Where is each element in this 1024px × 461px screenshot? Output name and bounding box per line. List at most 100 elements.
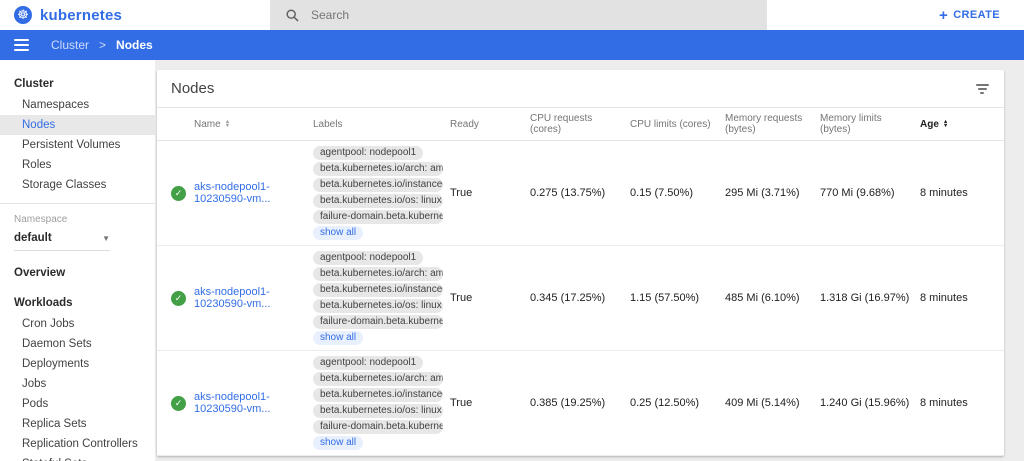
plus-icon: + xyxy=(939,10,948,21)
sidebar-item-stateful-sets[interactable]: Stateful Sets xyxy=(0,454,155,461)
cpu-limits-value: 1.15 (57.50%) xyxy=(630,292,699,304)
column-header-memory-requests: Memory requests (bytes) xyxy=(725,113,820,135)
table-row: ✓ aks-nodepool1-10230590-vm... agentpool… xyxy=(157,141,1004,246)
filter-icon[interactable] xyxy=(974,84,990,94)
sidebar-item-namespaces[interactable]: Namespaces xyxy=(0,95,155,115)
sidebar-item-roles[interactable]: Roles xyxy=(0,155,155,175)
label-chip: failure-domain.beta.kubernet... xyxy=(313,210,443,224)
table-row: ✓ aks-nodepool1-10230590-vm... agentpool… xyxy=(157,246,1004,351)
create-button[interactable]: + CREATE xyxy=(933,8,1006,22)
ready-value: True xyxy=(450,397,472,409)
search-bar[interactable] xyxy=(270,0,767,30)
namespace-label: Namespace xyxy=(0,212,155,228)
sidebar-workloads-items: Cron JobsDaemon SetsDeploymentsJobsPodsR… xyxy=(0,314,155,461)
label-chip: beta.kubernetes.io/os: linux xyxy=(313,299,443,313)
status-ready-icon: ✓ xyxy=(171,291,186,306)
card-title: Nodes xyxy=(171,80,214,97)
sidebar-item-jobs[interactable]: Jobs xyxy=(0,374,155,394)
memory-limits-value: 770 Mi (9.68%) xyxy=(820,187,895,199)
sidebar-item-pods[interactable]: Pods xyxy=(0,394,155,414)
column-header-labels: Labels xyxy=(313,119,450,130)
sidebar-item-storage-classes[interactable]: Storage Classes xyxy=(0,175,155,195)
memory-limits-value: 1.240 Gi (15.96%) xyxy=(820,397,909,409)
label-chip: beta.kubernetes.io/instance-t... xyxy=(313,178,443,192)
sidebar-divider xyxy=(0,203,155,204)
label-chips: agentpool: nodepool1 beta.kubernetes.io/a… xyxy=(313,356,443,450)
sidebar-item-persistent-volumes[interactable]: Persistent Volumes xyxy=(0,135,155,155)
sidebar-item-overview[interactable]: Overview xyxy=(0,261,155,284)
age-value: 8 minutes xyxy=(920,397,968,409)
node-name-link[interactable]: aks-nodepool1-10230590-vm... xyxy=(194,286,307,310)
memory-limits-value: 1.318 Gi (16.97%) xyxy=(820,292,909,304)
brand[interactable]: ☸ kubernetes xyxy=(0,6,270,24)
label-chips: agentpool: nodepool1beta.kubernetes.io/a… xyxy=(313,251,443,345)
cpu-limits-value: 0.15 (7.50%) xyxy=(630,187,693,199)
sidebar-section-cluster[interactable]: Cluster xyxy=(0,72,155,95)
show-all-button[interactable]: show all xyxy=(313,226,363,240)
table-row: ✓ aks-nodepool1-10230590-vm... agentpool… xyxy=(157,351,1004,456)
namespace-select[interactable]: default ▼ xyxy=(14,230,110,251)
sidebar-section-workloads[interactable]: Workloads xyxy=(0,291,155,314)
sidebar-item-deployments[interactable]: Deployments xyxy=(0,354,155,374)
content-area: Cluster NamespacesNodesPersistent Volume… xyxy=(0,60,1024,461)
memory-requests-value: 295 Mi (3.71%) xyxy=(725,187,800,199)
cpu-limits-value: 0.25 (12.50%) xyxy=(630,397,699,409)
namespace-value: default xyxy=(14,232,52,244)
label-chip: agentpool: nodepool1 xyxy=(313,251,423,265)
column-header-cpu-requests: CPU requests (cores) xyxy=(530,113,630,135)
node-name-cell: ✓ aks-nodepool1-10230590-vm... xyxy=(157,141,313,245)
label-chips: agentpool: nodepool1 beta.kubernetes.io/a… xyxy=(313,146,443,240)
chevron-right-icon: > xyxy=(99,38,106,52)
node-name-cell: ✓ aks-nodepool1-10230590-vm... xyxy=(157,246,313,350)
label-chip: agentpool: nodepool1 xyxy=(313,146,423,160)
node-labels-cell: agentpool: nodepool1beta.kubernetes.io/a… xyxy=(313,246,450,350)
ready-value: True xyxy=(450,292,472,304)
sort-icon: ▲▼ xyxy=(225,120,230,129)
sidebar-item-nodes[interactable]: Nodes xyxy=(0,115,155,135)
cpu-requests-value: 0.385 (19.25%) xyxy=(530,397,605,409)
search-input[interactable] xyxy=(309,7,689,23)
node-labels-cell: agentpool: nodepool1 beta.kubernetes.io/a… xyxy=(313,351,450,455)
show-all-button[interactable]: show all xyxy=(313,436,363,450)
column-header-age[interactable]: Age ▲▼ xyxy=(920,119,1004,130)
app-root: ☸ kubernetes + CREATE Cluster > Nodes Cl… xyxy=(0,0,1024,461)
node-name-link[interactable]: aks-nodepool1-10230590-vm... xyxy=(194,181,307,205)
age-value: 8 minutes xyxy=(920,292,968,304)
label-chip: failure-domain.beta.kubernet... xyxy=(313,315,443,329)
node-labels-cell: agentpool: nodepool1 beta.kubernetes.io/a… xyxy=(313,141,450,245)
cpu-requests-value: 0.345 (17.25%) xyxy=(530,292,605,304)
sidebar-item-daemon-sets[interactable]: Daemon Sets xyxy=(0,334,155,354)
breadcrumb-parent[interactable]: Cluster xyxy=(51,38,89,52)
status-ready-icon: ✓ xyxy=(171,396,186,411)
menu-icon[interactable] xyxy=(14,39,29,51)
sidebar-item-replication-controllers[interactable]: Replication Controllers xyxy=(0,434,155,454)
breadcrumb-bar: Cluster > Nodes xyxy=(0,30,1024,60)
label-chip: beta.kubernetes.io/instance-t... xyxy=(313,283,443,297)
table-header-row: Name ▲▼ Labels Ready CPU requests (cores… xyxy=(157,108,1004,141)
nodes-card: Nodes Name ▲▼ Labels Ready CPU requests … xyxy=(157,70,1004,456)
column-header-cpu-limits: CPU limits (cores) xyxy=(630,119,725,130)
kubernetes-logo-icon: ☸ xyxy=(14,6,32,24)
label-chip: beta.kubernetes.io/arch: amd... xyxy=(313,372,443,386)
search-icon xyxy=(286,9,299,22)
app-title: kubernetes xyxy=(40,7,122,24)
sidebar-item-replica-sets[interactable]: Replica Sets xyxy=(0,414,155,434)
sidebar-item-cron-jobs[interactable]: Cron Jobs xyxy=(0,314,155,334)
sort-icon: ▲▼ xyxy=(943,120,948,129)
node-name-link[interactable]: aks-nodepool1-10230590-vm... xyxy=(194,391,307,415)
column-header-name[interactable]: Name ▲▼ xyxy=(157,119,313,130)
cpu-requests-value: 0.275 (13.75%) xyxy=(530,187,605,199)
breadcrumb-current: Nodes xyxy=(116,38,153,52)
label-chip: agentpool: nodepool1 xyxy=(313,356,423,370)
top-header: ☸ kubernetes + CREATE xyxy=(0,0,1024,30)
show-all-button[interactable]: show all xyxy=(313,331,363,345)
age-value: 8 minutes xyxy=(920,187,968,199)
label-chip: beta.kubernetes.io/arch: amd... xyxy=(313,162,443,176)
sidebar: Cluster NamespacesNodesPersistent Volume… xyxy=(0,60,155,461)
status-ready-icon: ✓ xyxy=(171,186,186,201)
memory-requests-value: 409 Mi (5.14%) xyxy=(725,397,800,409)
card-header: Nodes xyxy=(157,70,1004,108)
label-chip: beta.kubernetes.io/os: linux xyxy=(313,404,443,418)
column-header-memory-limits: Memory limits (bytes) xyxy=(820,113,920,135)
ready-value: True xyxy=(450,187,472,199)
